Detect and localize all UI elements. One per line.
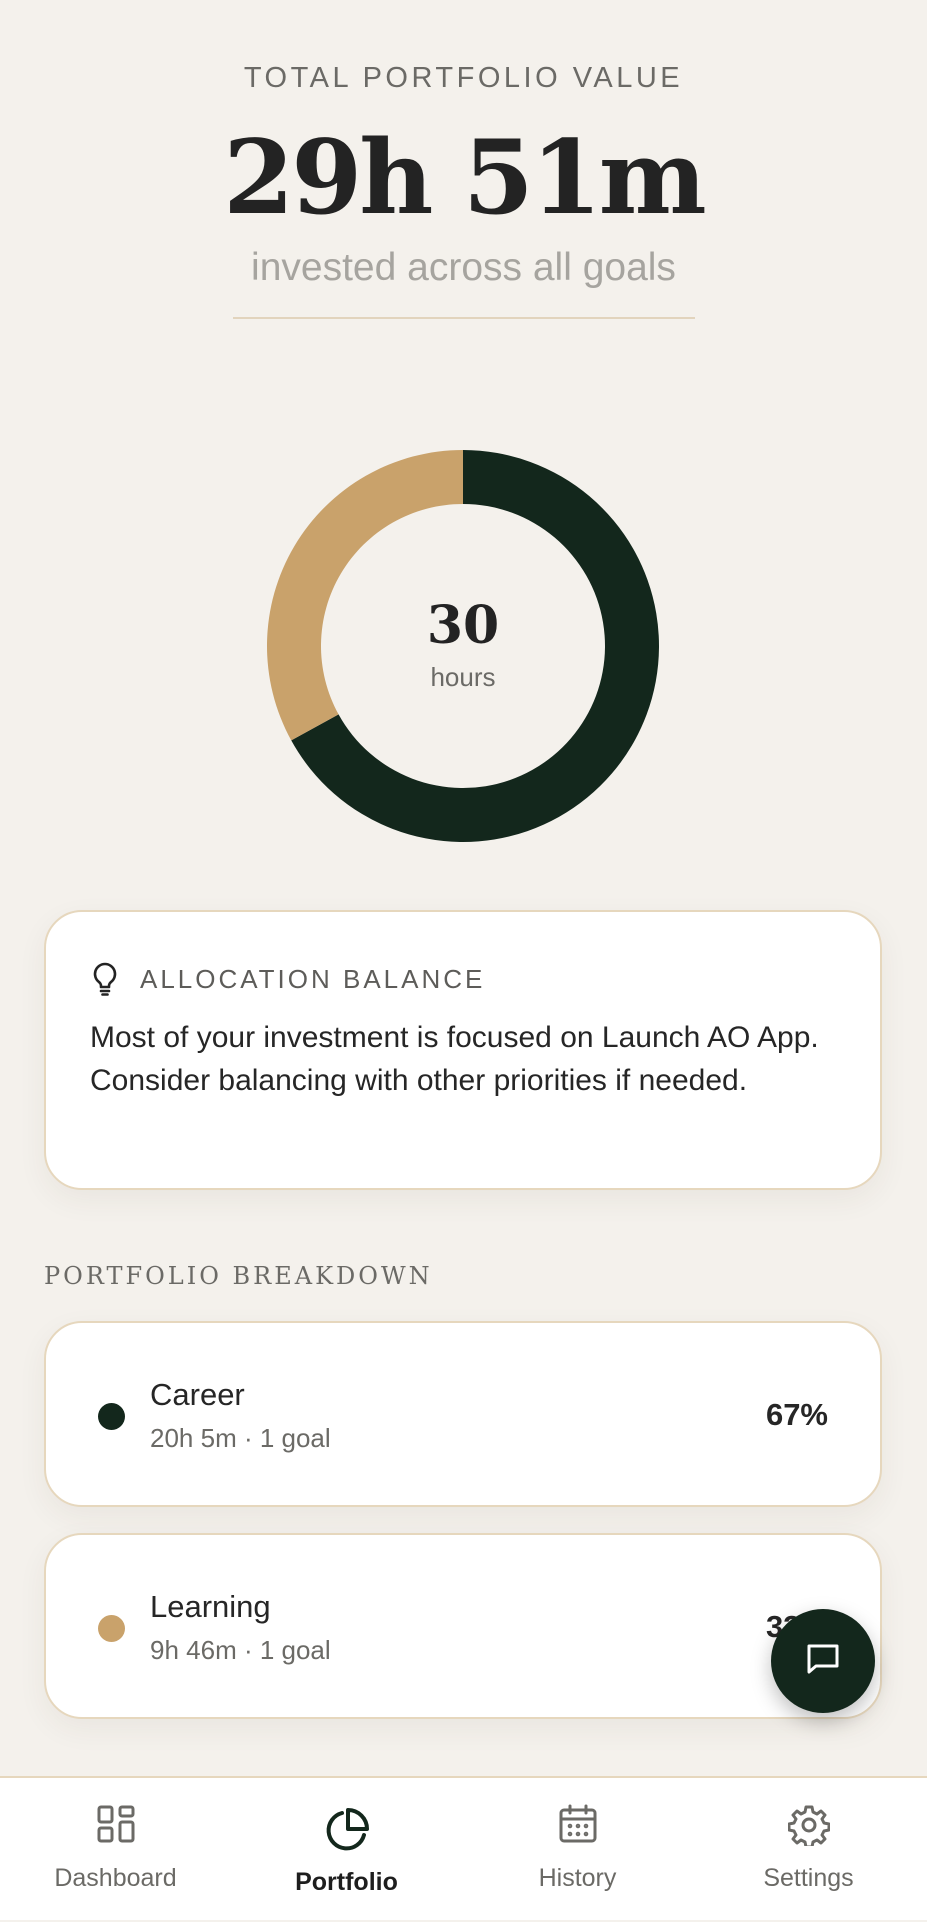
category-card-learning[interactable]: Learning 9h 46m · 1 goal 33%	[44, 1533, 882, 1719]
nav-label: History	[538, 1864, 617, 1892]
category-color-dot	[98, 1403, 125, 1430]
allocation-donut-chart: 30 hours	[263, 446, 663, 846]
insight-text: Most of your investment is focused on La…	[90, 1021, 819, 1097]
insight-title: ALLOCATION BALANCE	[140, 963, 486, 994]
allocation-balance-card: ALLOCATION BALANCE Most of your investme…	[44, 910, 882, 1190]
nav-label: Portfolio	[295, 1868, 398, 1896]
portfolio-eyebrow: TOTAL PORTFOLIO VALUE	[243, 62, 684, 94]
calendar-icon	[558, 1804, 598, 1849]
category-color-dot	[98, 1615, 125, 1642]
total-portfolio-value: 29h 51m	[223, 118, 706, 238]
pie-chart-icon	[323, 1806, 371, 1859]
category-name: Career	[150, 1377, 245, 1412]
category-meta: 9h 46m · 1 goal	[150, 1635, 331, 1665]
nav-settings[interactable]: Settings	[693, 1778, 924, 1922]
donut-center-label: hours	[430, 662, 496, 692]
donut-center-value: 30	[426, 595, 500, 656]
lightbulb-icon	[92, 962, 118, 996]
chat-fab-button[interactable]	[771, 1609, 875, 1713]
bottom-nav: Dashboard Portfolio History Settings	[0, 1776, 927, 1920]
header-divider	[233, 317, 695, 319]
nav-label: Settings	[763, 1864, 854, 1892]
category-percent: 67%	[765, 1397, 828, 1432]
nav-dashboard[interactable]: Dashboard	[0, 1778, 231, 1922]
portfolio-subline: invested across all goals	[251, 246, 676, 289]
chat-icon	[803, 1639, 843, 1684]
category-name: Learning	[150, 1589, 271, 1624]
gear-icon	[787, 1804, 830, 1851]
nav-portfolio[interactable]: Portfolio	[231, 1778, 462, 1922]
category-card-career[interactable]: Career 20h 5m · 1 goal 67%	[44, 1321, 882, 1507]
nav-label: Dashboard	[54, 1864, 177, 1892]
breakdown-section-title: PORTFOLIO BREAKDOWN	[44, 1262, 433, 1290]
grid-icon	[96, 1804, 136, 1849]
insight-header: ALLOCATION BALANCE	[92, 962, 485, 996]
nav-history[interactable]: History	[462, 1778, 693, 1922]
category-meta: 20h 5m · 1 goal	[150, 1423, 331, 1453]
